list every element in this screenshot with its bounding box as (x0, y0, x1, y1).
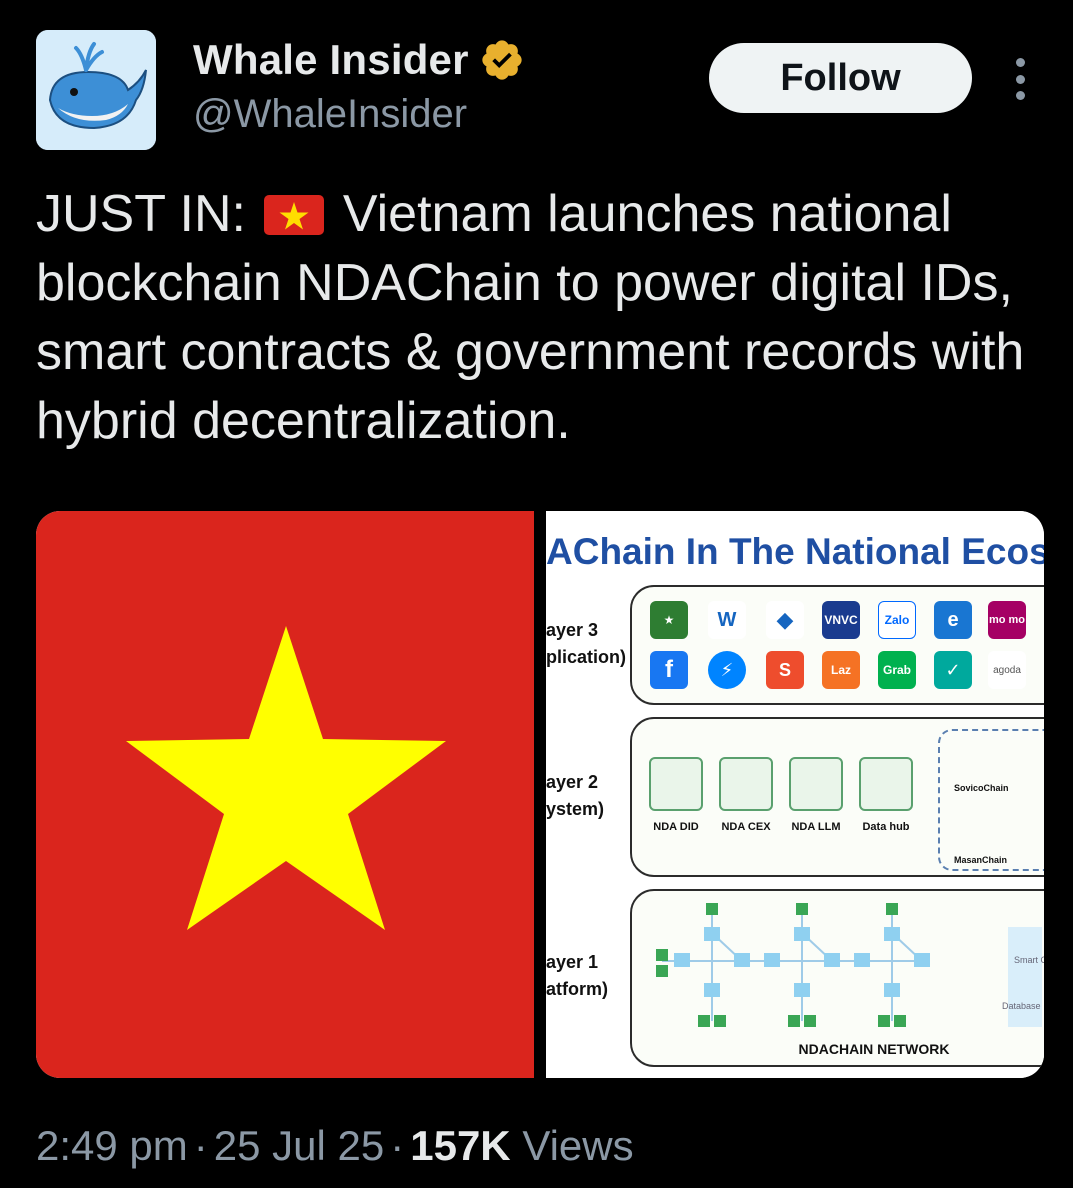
app-facebook-icon: f (650, 651, 688, 689)
app-zalo-icon: Zalo (878, 601, 916, 639)
app-momo-icon: mo mo (988, 601, 1026, 639)
app-w-icon: W (708, 601, 746, 639)
tweet-date[interactable]: 25 Jul 25 (214, 1122, 384, 1169)
views-label[interactable]: Views (522, 1122, 633, 1169)
tweet-meta: 2:49 pm · 25 Jul 25 · 157K Views (36, 1122, 634, 1170)
app-agoda-icon: agoda (988, 651, 1026, 689)
follow-button[interactable]: Follow (709, 43, 972, 113)
app-lazada-icon: Laz (822, 651, 860, 689)
app-messenger-icon: ⚡ (708, 651, 746, 689)
tweet-media[interactable]: AChain In The National Ecosy ayer 3 plic… (36, 511, 1044, 1078)
module-nda-cex: NDA CEX (716, 757, 776, 833)
app-grab-icon: Grab (878, 651, 916, 689)
layer2-box: NDA DID NDA CEX NDA LLM Data hub SovicoC… (630, 717, 1044, 877)
tweet-text-lead: JUST IN: (36, 185, 246, 243)
app-e-icon: e (934, 601, 972, 639)
author-handle[interactable]: @WhaleInsider (193, 92, 467, 137)
more-options-icon[interactable] (1004, 58, 1036, 100)
chain-sovico: SovicoChain (954, 783, 1009, 793)
app-shopee-icon: S (766, 651, 804, 689)
storage-smart-contract: Smart Co (1014, 955, 1044, 965)
app-check-icon: ✓ (934, 651, 972, 689)
author-avatar[interactable] (36, 30, 156, 150)
vietnam-flag-image (36, 511, 534, 1078)
layer3-label: ayer 3 plication) (546, 620, 626, 667)
tweet-text: JUST IN: Vietnam launches national block… (36, 180, 1036, 456)
author-name-row: Whale Insider (193, 36, 525, 84)
tweet-time[interactable]: 2:49 pm (36, 1122, 188, 1169)
meta-separator: · (390, 1122, 405, 1169)
network-label: NDACHAIN NETWORK (798, 1041, 950, 1057)
module-nda-llm: NDA LLM (786, 757, 846, 833)
whale-icon (36, 30, 156, 150)
module-nda-did: NDA DID (646, 757, 706, 833)
meta-separator: · (193, 1122, 208, 1169)
media-divider (534, 511, 546, 1078)
infographic-title: AChain In The National Ecosy (546, 531, 1044, 572)
author-name[interactable]: Whale Insider (193, 36, 469, 84)
storage-database: Database (1002, 1001, 1041, 1011)
layer1-label: ayer 1 atform) (546, 952, 608, 999)
layer3-box: ★ W ◆ VNVC Zalo e mo mo f ⚡ S Laz Grab ✓… (630, 585, 1044, 705)
flag-star-icon (126, 626, 446, 930)
vietnam-flag-icon (264, 195, 325, 235)
app-police-icon: ★ (650, 601, 688, 639)
views-count[interactable]: 157K (410, 1122, 510, 1169)
app-vnvc-icon: VNVC (822, 601, 860, 639)
layer2-label: ayer 2 ystem) (546, 772, 605, 819)
layer1-box: Smart Co Database NDACHAIN NETWORK (630, 889, 1044, 1067)
module-data-hub: Data hub (856, 757, 916, 833)
verified-badge-icon (482, 40, 522, 80)
chain-panel: SovicoChain Vi MasanChain N (938, 729, 1044, 871)
chain-masan: MasanChain (954, 855, 1008, 865)
app-diamond-icon: ◆ (766, 601, 804, 639)
ndachain-infographic: AChain In The National Ecosy ayer 3 plic… (546, 511, 1044, 1078)
network-diagram (656, 903, 1042, 1027)
